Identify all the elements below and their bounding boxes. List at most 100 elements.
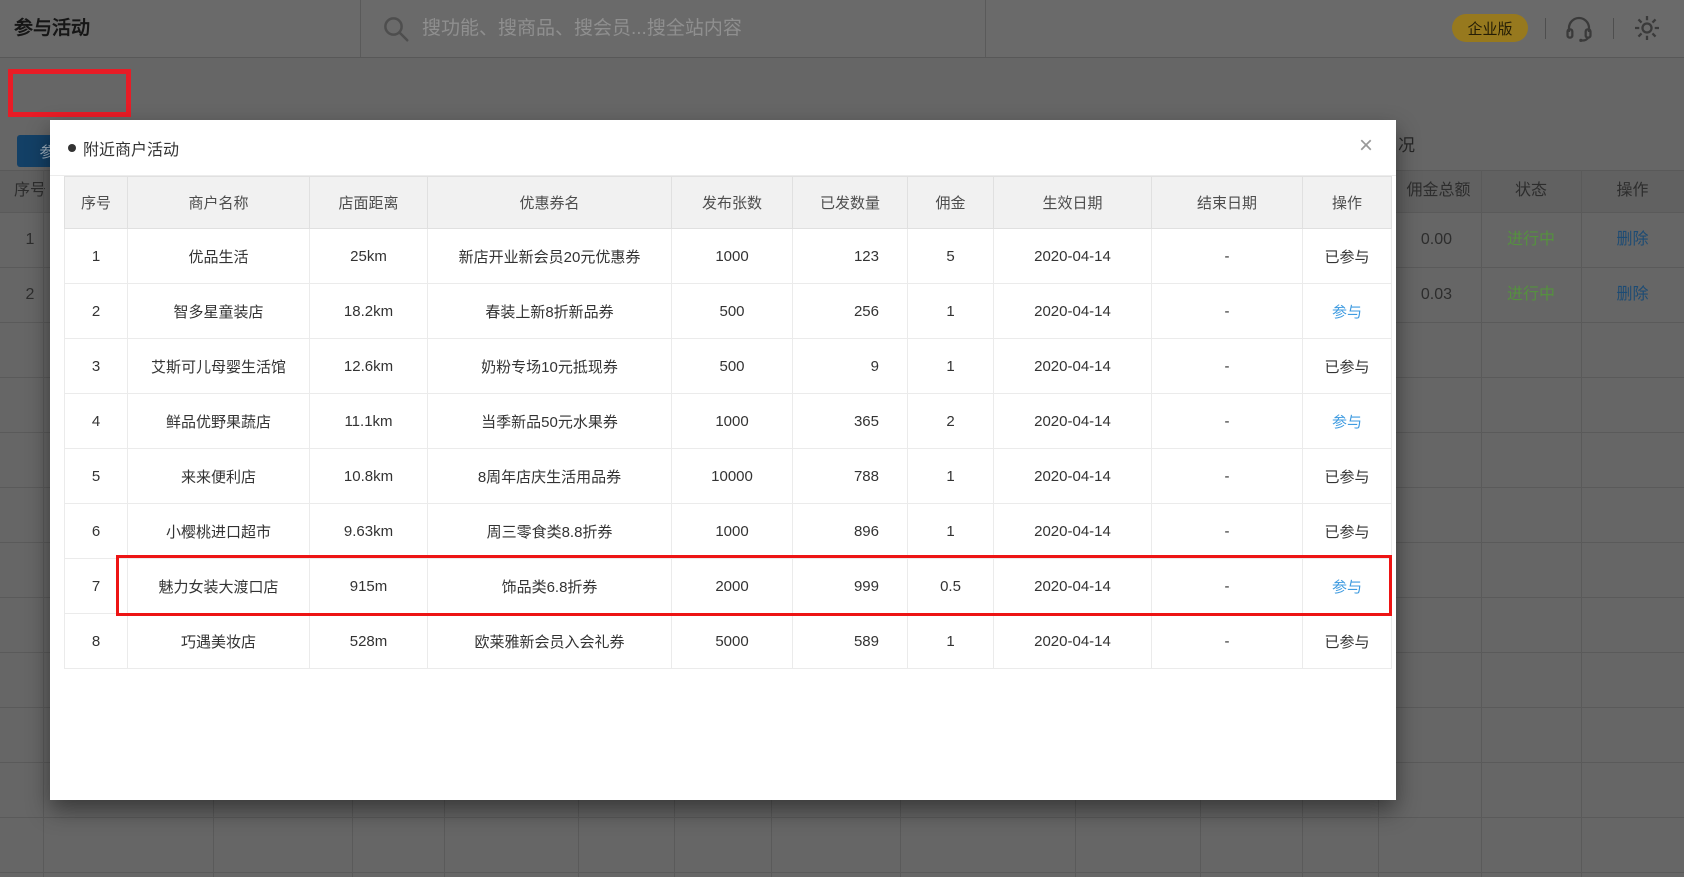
table-cell: 788 — [792, 448, 908, 504]
modal-title: 附近商户活动 — [83, 141, 180, 159]
table-cell: 9 — [792, 338, 908, 394]
table-cell: 1 — [907, 283, 994, 339]
table-cell: 8 — [64, 613, 128, 669]
grid-line — [1581, 170, 1582, 877]
action-cell: 参与 — [1302, 283, 1392, 339]
table-cell: 1 — [907, 338, 994, 394]
bg-delete-link[interactable]: 删除 — [1581, 267, 1684, 322]
icon-separator — [1545, 18, 1546, 39]
table-cell: 6 — [64, 503, 128, 559]
table-cell: 1000 — [671, 393, 793, 449]
table-cell: 9.63km — [309, 503, 428, 559]
table-cell: 2020-04-14 — [993, 228, 1152, 284]
bg-col-status: 状态 — [1514, 182, 1547, 199]
column-header-2: 店面距离 — [309, 176, 428, 229]
bg-row-total: 0.03 — [1420, 286, 1452, 303]
table-cell: 4 — [64, 393, 128, 449]
table-cell: 当季新品50元水果券 — [427, 393, 672, 449]
table-cell: 优品生活 — [127, 228, 310, 284]
nearby-merchants-modal: 附近商户活动 × 序号 商户名称 店面距离 优惠券名 发布张数 已发数量 佣金 生效日期 结束日… — [50, 120, 1396, 800]
table-cell: 周三零食类8.8折券 — [427, 503, 672, 559]
table-cell: - — [1151, 613, 1303, 669]
table-cell: 256 — [792, 283, 908, 339]
column-header-1: 商户名称 — [127, 176, 310, 229]
table-cell: 2 — [907, 393, 994, 449]
table-cell: 智多星童装店 — [127, 283, 310, 339]
table-cell: 123 — [792, 228, 908, 284]
table-cell: 5 — [907, 228, 994, 284]
table-cell: - — [1151, 503, 1303, 559]
grid-line — [43, 170, 44, 877]
page-title: 参与活动 — [14, 18, 91, 39]
column-header-7: 生效日期 — [993, 176, 1152, 229]
table-cell: 奶粉专场10元抵现券 — [427, 338, 672, 394]
action-cell: 参与 — [1302, 393, 1392, 449]
table-cell: 365 — [792, 393, 908, 449]
join-link[interactable]: 参与 — [1332, 304, 1362, 321]
bg-col-action: 操作 — [1616, 182, 1649, 199]
table-cell: 7 — [64, 558, 128, 614]
header-divider — [360, 0, 361, 57]
table-cell: 528m — [309, 613, 428, 669]
bg-status-badge: 进行中 — [1506, 231, 1555, 248]
close-icon[interactable]: × — [1352, 132, 1380, 160]
toolbar: 参与活动 佣金对账明细 提现 可提现金额 0 佣金结算: 参与活动，为活动商户发… — [0, 58, 1684, 167]
gear-icon[interactable] — [1631, 12, 1663, 44]
action-cell: 已参与 — [1302, 448, 1392, 504]
table-row: 3 艾斯可儿母婴生活馆 12.6km 奶粉专场10元抵现券 500 9 1 2020-04-1… — [64, 338, 1392, 394]
table-cell: 896 — [792, 503, 908, 559]
table-cell: 欧莱雅新会员入会礼券 — [427, 613, 672, 669]
table-header-row: 序号 商户名称 店面距离 优惠券名 发布张数 已发数量 佣金 生效日期 结束日期 操作 — [64, 176, 1392, 229]
joined-status: 已参与 — [1324, 633, 1370, 651]
table-cell: 11.1km — [309, 393, 428, 449]
edition-badge: 企业版 — [1452, 14, 1528, 42]
headset-icon[interactable] — [1563, 12, 1595, 44]
action-cell: 已参与 — [1302, 503, 1392, 559]
table-cell: 5000 — [671, 613, 793, 669]
table-cell: 1 — [64, 228, 128, 284]
join-link[interactable]: 参与 — [1332, 579, 1362, 596]
bg-row-total: 0.00 — [1420, 231, 1452, 248]
table-cell: 2020-04-14 — [993, 613, 1152, 669]
table-cell: - — [1151, 283, 1303, 339]
table-cell: 1 — [907, 448, 994, 504]
action-cell: 已参与 — [1302, 338, 1392, 394]
table-cell: 魅力女装大渡口店 — [127, 558, 310, 614]
table-cell: 999 — [792, 558, 908, 614]
joined-status: 已参与 — [1324, 523, 1370, 541]
table-cell: 1 — [907, 503, 994, 559]
table-cell: 10000 — [671, 448, 793, 504]
bg-delete-link[interactable]: 删除 — [1581, 212, 1684, 267]
joined-status: 已参与 — [1324, 358, 1370, 376]
action-cell: 已参与 — [1302, 613, 1392, 669]
table-cell: 500 — [671, 338, 793, 394]
table-cell: 0.5 — [907, 558, 994, 614]
column-header-3: 优惠券名 — [427, 176, 672, 229]
table-row: 1 优品生活 25km 新店开业新会员20元优惠券 1000 123 5 2020-04-14… — [64, 228, 1392, 284]
table-cell: 1000 — [671, 503, 793, 559]
joined-status: 已参与 — [1324, 468, 1370, 486]
table-cell: 2020-04-14 — [993, 283, 1152, 339]
table-row: 6 小樱桃进口超市 9.63km 周三零食类8.8折券 1000 896 1 2020-04-… — [64, 503, 1392, 559]
header-divider — [985, 0, 986, 57]
join-link[interactable]: 参与 — [1332, 414, 1362, 431]
table-cell: 2020-04-14 — [993, 393, 1152, 449]
table-cell: 2000 — [671, 558, 793, 614]
table-cell: 春装上新8折新品券 — [427, 283, 672, 339]
table-cell: 25km — [309, 228, 428, 284]
table-cell: 鲜品优野果蔬店 — [127, 393, 310, 449]
icon-separator — [1613, 18, 1614, 39]
table-cell: 2 — [64, 283, 128, 339]
table-cell: 2020-04-14 — [993, 448, 1152, 504]
search-input[interactable] — [420, 8, 964, 50]
modal-header: 附近商户活动 — [50, 120, 1396, 176]
column-header-9: 操作 — [1302, 176, 1392, 229]
table-cell: - — [1151, 228, 1303, 284]
action-cell: 已参与 — [1302, 228, 1392, 284]
background-section-title-fragment: 况 — [1398, 136, 1415, 155]
table-cell: 8周年店庆生活用品券 — [427, 448, 672, 504]
joined-status: 已参与 — [1324, 248, 1370, 266]
column-header-5: 已发数量 — [792, 176, 908, 229]
table-cell: 3 — [64, 338, 128, 394]
table-cell: 小樱桃进口超市 — [127, 503, 310, 559]
